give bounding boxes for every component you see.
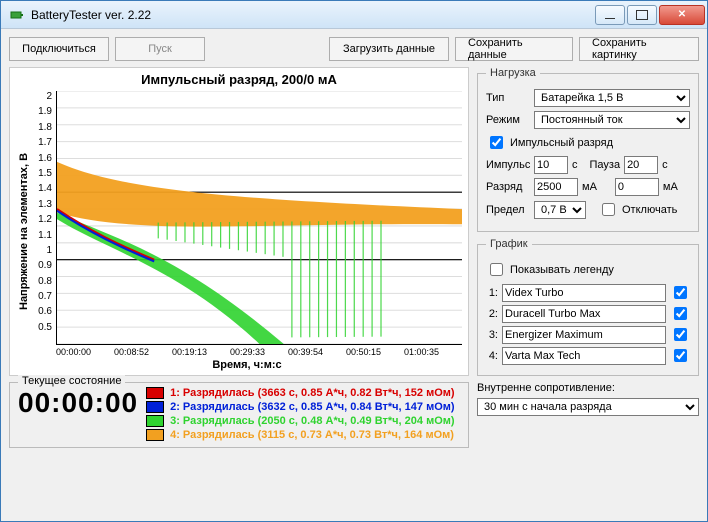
chart-title: Импульсный разряд, 200/0 мА [10,68,468,91]
y-tick: 1 [32,245,52,256]
y-tick: 0.6 [32,306,52,317]
y-tick: 0.5 [32,322,52,333]
close-button[interactable]: ✕ [659,5,705,25]
y-tick: 1.8 [32,122,52,133]
status-line-text: 3: Разрядилась (2050 с, 0.48 А*ч, 0.49 В… [170,415,454,427]
series-enable-checkbox[interactable] [674,286,687,299]
plot-area[interactable] [56,91,462,345]
series-enable-checkbox[interactable] [674,349,687,362]
series-number: 3: [486,329,498,341]
impulse-label: Импульс [486,159,530,171]
y-tick: 0.7 [32,291,52,302]
x-axis-label: Время, ч:м:с [32,357,462,371]
series-enable-checkbox[interactable] [674,328,687,341]
y-ticks: 2 1.9 1.8 1.7 1.6 1.5 1.4 1.3 1.2 1.1 1 0.9 0.8 0.7 0.… [32,91,56,345]
disconnect-checkbox[interactable] [602,203,615,216]
connect-button[interactable]: Подключиться [9,37,109,61]
x-tick: 00:39:54 [288,347,323,357]
chart-panel: Импульсный разряд, 200/0 мА Напряжение н… [9,67,469,376]
status-line-text: 1: Разрядилась (3663 с, 0.85 А*ч, 0.82 В… [170,387,454,399]
series-number: 4: [486,350,498,362]
ma-label-2: мА [663,181,678,193]
app-window: BatteryTester ver. 2.22 ✕ Подключиться П… [0,0,708,522]
save-data-button[interactable]: Сохранить данные [455,37,573,61]
color-swatch [146,387,164,399]
type-label: Тип [486,92,530,104]
series-name-input[interactable] [502,347,666,365]
color-swatch [146,429,164,441]
start-button[interactable]: Пуск [115,37,205,61]
x-tick: 00:19:13 [172,347,207,357]
y-tick: 1.2 [32,214,52,225]
toolbar: Подключиться Пуск Загрузить данные Сохра… [9,37,699,61]
minimize-button[interactable] [595,5,625,25]
x-tick: 01:00:35 [404,347,439,357]
discharge-label: Разряд [486,181,530,193]
y-tick: 1.3 [32,199,52,210]
x-ticks: 00:00:00 00:08:52 00:19:13 00:29:33 00:39:54… [32,345,462,357]
y-tick: 1.1 [32,230,52,241]
x-tick: 00:50:15 [346,347,381,357]
y-axis-label: Напряжение на элементах, В [16,91,32,371]
series-name-input[interactable] [502,326,666,344]
x-tick: 00:00:00 [56,347,91,357]
limit-label: Предел [486,204,530,216]
resistance-label: Внутренне сопротивление: [477,382,699,394]
graph-group: График Показывать легенду 1: 2: 3: 4: [477,238,699,376]
series-name-input[interactable] [502,305,666,323]
sec-label-2: с [662,159,668,171]
pause-label: Пауза [590,159,621,171]
pulse-checkbox[interactable] [490,136,503,149]
save-image-button[interactable]: Сохранить картинку [579,37,699,61]
y-tick: 1.9 [32,106,52,117]
status-line-text: 2: Разрядилась (3632 с, 0.85 А*ч, 0.84 В… [170,401,454,413]
y-tick: 1.7 [32,137,52,148]
load-group: Нагрузка Тип Батарейка 1,5 В Режим Посто… [477,67,699,232]
y-tick: 0.8 [32,276,52,287]
titlebar[interactable]: BatteryTester ver. 2.22 ✕ [1,1,707,29]
series-number: 1: [486,287,498,299]
color-swatch [146,401,164,413]
sec-label-1: с [572,159,578,171]
graph-legend: График [486,238,532,250]
type-select[interactable]: Батарейка 1,5 В [534,89,690,107]
y-tick: 1.4 [32,183,52,194]
pulse-check-label: Импульсный разряд [510,137,613,149]
disconnect-label: Отключать [622,204,677,216]
status-group: Текущее состояние 00:00:00 1: Разрядилас… [9,382,469,448]
show-legend-label: Показывать легенду [510,264,614,276]
show-legend-checkbox[interactable] [490,263,503,276]
status-line-text: 4: Разрядилась (3115 с, 0.73 А*ч, 0.73 В… [170,429,454,441]
load-data-button[interactable]: Загрузить данные [329,37,449,61]
series-name-input[interactable] [502,284,666,302]
status-legend: Текущее состояние [18,375,125,387]
y-tick: 1.5 [32,168,52,179]
y-tick: 2 [32,91,52,102]
mode-label: Режим [486,114,530,126]
y-tick: 0.9 [32,260,52,271]
resistance-select[interactable]: 30 мин с начала разряда [477,398,699,416]
color-swatch [146,415,164,427]
maximize-button[interactable] [627,5,657,25]
discharge2-input[interactable] [615,178,659,196]
timer-display: 00:00:00 [18,387,138,441]
ma-label-1: мА [582,181,597,193]
discharge-input[interactable] [534,178,578,196]
mode-select[interactable]: Постоянный ток [534,111,690,129]
window-title: BatteryTester ver. 2.22 [31,8,593,22]
limit-select[interactable]: 0,7 В [534,201,586,219]
load-legend: Нагрузка [486,67,540,79]
series-number: 2: [486,308,498,320]
x-tick: 00:08:52 [114,347,149,357]
app-icon [9,7,25,23]
series-enable-checkbox[interactable] [674,307,687,320]
pause-input[interactable] [624,156,658,174]
y-tick: 1.6 [32,153,52,164]
x-tick: 00:29:33 [230,347,265,357]
impulse-input[interactable] [534,156,568,174]
